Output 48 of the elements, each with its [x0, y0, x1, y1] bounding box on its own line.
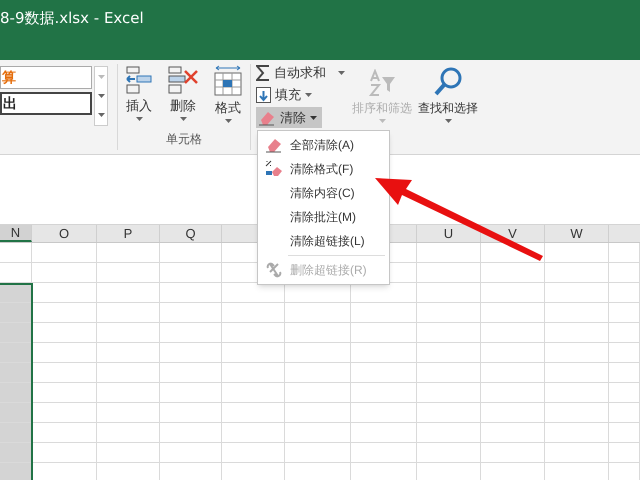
selected-cell[interactable] [0, 343, 32, 362]
format-cells-icon [213, 65, 243, 97]
gallery-scrollbar[interactable] [94, 66, 108, 126]
caret-icon [180, 116, 186, 120]
caret-icon [136, 116, 142, 120]
menu-item[interactable]: 清除超链接(L) [258, 229, 389, 253]
menu-item[interactable]: 清除批注(M) [258, 205, 389, 229]
eraser-icon [265, 137, 283, 153]
find-select-button[interactable]: 查找和选择 [418, 66, 478, 154]
broken-link-icon [265, 262, 283, 278]
caret-icon [378, 119, 386, 123]
sort-filter-icon [368, 69, 396, 97]
window-title: 8-9数据.xlsx - Excel [0, 8, 144, 29]
selected-cell[interactable] [0, 383, 32, 402]
group-label: 单元格 [166, 130, 202, 148]
menu-item[interactable]: 清除格式(F) [258, 157, 389, 181]
caret-icon [98, 74, 104, 79]
search-icon [433, 66, 463, 97]
eraser-icon [258, 110, 276, 126]
fill-down-icon [256, 87, 271, 103]
menu-item[interactable]: 全部清除(A) [258, 133, 389, 157]
caret-icon [444, 119, 452, 123]
ribbon-button[interactable]: 删除 [167, 65, 199, 120]
caret-icon [338, 71, 345, 75]
caret-icon [98, 94, 104, 98]
selected-cell[interactable] [0, 463, 32, 480]
cell-style-tile[interactable]: 出 [0, 92, 92, 115]
clear-button[interactable]: 清除 [256, 107, 322, 128]
selected-cell[interactable] [0, 323, 32, 342]
caret-icon [305, 93, 312, 97]
selected-cell[interactable] [0, 363, 32, 382]
fill-button[interactable]: 填充 [256, 85, 346, 105]
ribbon-button[interactable]: 插入 [125, 65, 153, 120]
caret-icon [310, 116, 317, 120]
insert-cells-icon [125, 65, 153, 95]
selected-cell[interactable] [0, 303, 32, 322]
selected-cell[interactable] [0, 423, 32, 442]
ribbon-button[interactable]: 格式 [213, 65, 243, 122]
autosum-button[interactable]: 自动求和 [256, 63, 346, 83]
selected-cell[interactable] [0, 443, 32, 462]
caret-icon [224, 118, 232, 122]
menu-item[interactable]: 清除内容(C) [258, 181, 389, 205]
delete-cells-icon [167, 65, 199, 95]
clear-format-icon [265, 160, 283, 178]
selected-cell[interactable] [0, 403, 32, 422]
column-header[interactable]: N [0, 225, 32, 242]
sigma-icon [256, 65, 270, 81]
caret-icon [98, 113, 104, 118]
